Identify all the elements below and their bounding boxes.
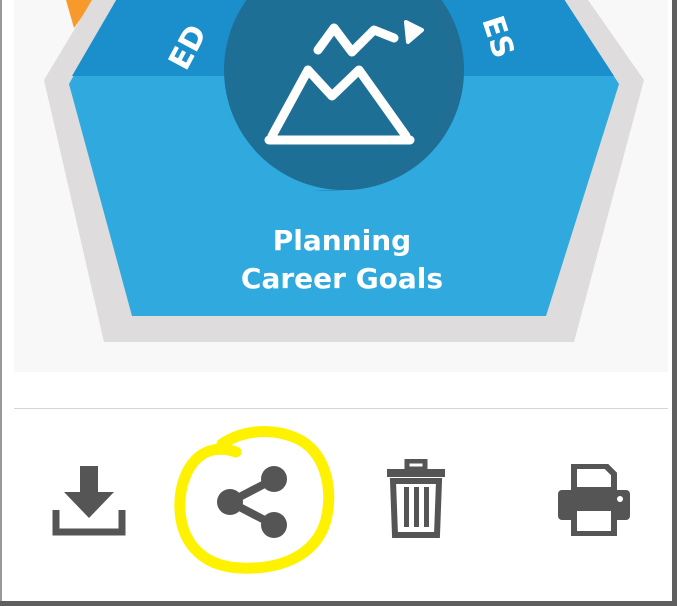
download-icon xyxy=(52,466,126,536)
trash-icon xyxy=(387,459,445,538)
download-button[interactable] xyxy=(48,462,130,538)
image-viewer-panel: ED ES Planning Career Goals xyxy=(0,0,672,601)
share-button[interactable] xyxy=(206,464,298,540)
delete-button[interactable] xyxy=(380,456,452,542)
share-icon xyxy=(217,466,287,538)
print-button[interactable] xyxy=(552,462,636,538)
printer-icon xyxy=(558,464,630,536)
